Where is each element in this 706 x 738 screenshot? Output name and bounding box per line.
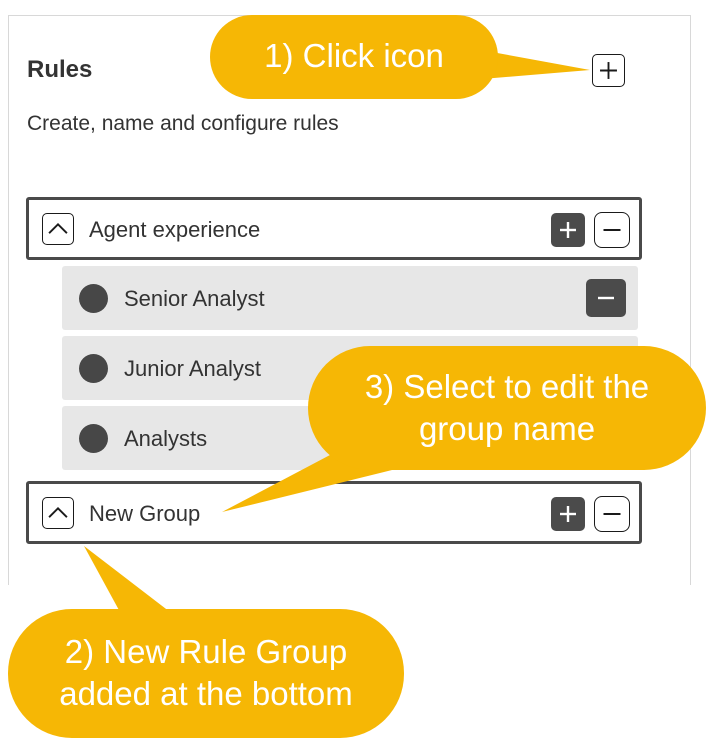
callout-text: added at the bottom bbox=[59, 675, 353, 712]
plus-square-icon bbox=[600, 62, 617, 79]
circle-icon bbox=[79, 354, 108, 383]
group-name[interactable]: Agent experience bbox=[89, 217, 260, 243]
rule-name: Senior Analyst bbox=[124, 286, 265, 311]
callout-new-rule-group-added: 2) New Rule Group added at the bottom bbox=[8, 609, 404, 738]
minus-icon bbox=[598, 296, 614, 300]
callout-text: 2) New Rule Group bbox=[64, 633, 348, 670]
callout-select-edit-group-name: 3) Select to edit the group name bbox=[308, 346, 706, 470]
chevron-up-icon bbox=[48, 506, 68, 518]
rule-group-agent-experience: Agent experience bbox=[26, 197, 642, 260]
rules-title: Rules bbox=[27, 56, 93, 83]
minus-icon bbox=[603, 228, 621, 232]
plus-icon bbox=[560, 222, 576, 238]
collapse-group-button[interactable] bbox=[42, 497, 74, 529]
circle-icon bbox=[79, 424, 108, 453]
callout-text: 3) Select to edit the bbox=[364, 368, 650, 405]
circle-icon bbox=[79, 284, 108, 313]
rule-row-senior-analyst[interactable]: Senior Analyst bbox=[62, 266, 638, 330]
remove-group-button[interactable] bbox=[594, 496, 630, 532]
group-name[interactable]: New Group bbox=[89, 501, 200, 527]
rule-group-new-group: New Group bbox=[26, 481, 642, 544]
rules-subtitle: Create, name and configure rules bbox=[27, 112, 339, 135]
callout-text: 1) Click icon bbox=[264, 37, 444, 74]
minus-icon bbox=[603, 512, 621, 516]
plus-icon bbox=[560, 506, 576, 522]
add-rule-button[interactable] bbox=[551, 213, 585, 247]
rule-name: Analysts bbox=[124, 426, 208, 451]
collapse-group-button[interactable] bbox=[42, 213, 74, 245]
remove-rule-button[interactable] bbox=[586, 279, 626, 317]
callout-click-icon: 1) Click icon bbox=[210, 15, 498, 99]
rule-name: Junior Analyst bbox=[124, 356, 261, 381]
remove-group-button[interactable] bbox=[594, 212, 630, 248]
chevron-up-icon bbox=[48, 222, 68, 234]
add-rule-button[interactable] bbox=[551, 497, 585, 531]
callout-text: group name bbox=[418, 410, 596, 447]
add-rule-group-button[interactable] bbox=[592, 54, 625, 87]
